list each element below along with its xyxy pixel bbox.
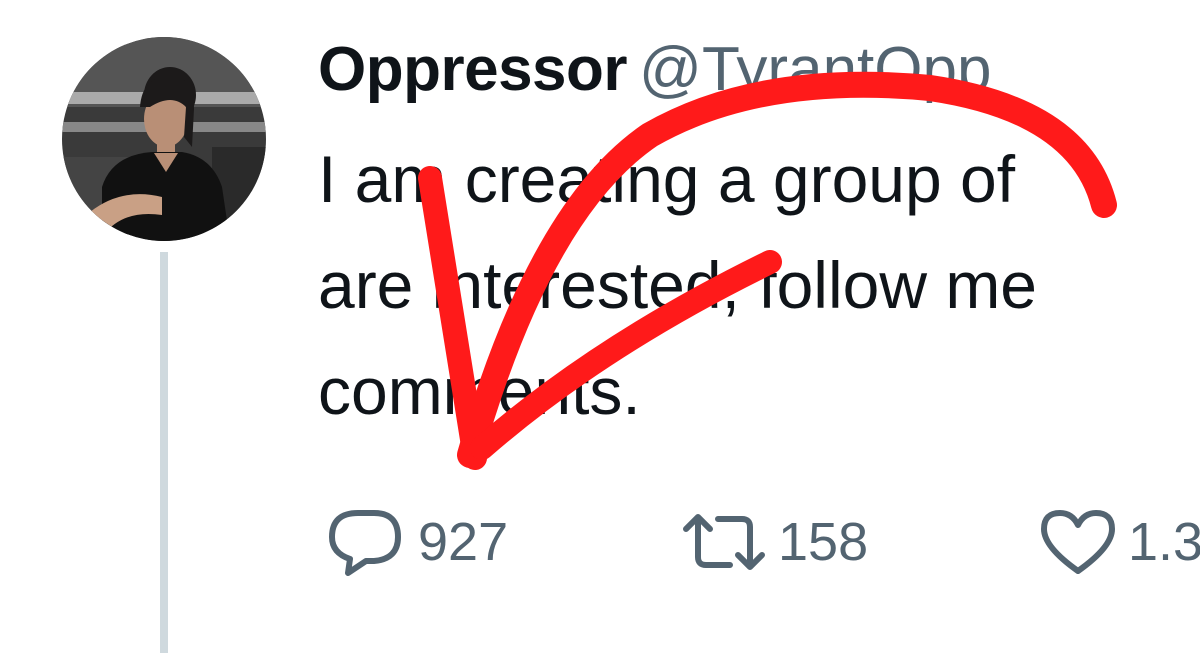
tweet-text: I am creating a group of are interested,… <box>318 140 1200 458</box>
tweet-text-line-2: are interested, follow me <box>318 248 1038 322</box>
author-name[interactable]: Oppressor <box>318 35 628 104</box>
author-handle[interactable]: @TyrantOpp <box>639 35 991 104</box>
retweet-arrows-icon <box>676 507 772 577</box>
speech-bubble-icon <box>326 507 406 577</box>
retweet-button[interactable]: 158 <box>676 502 868 582</box>
retweet-count: 158 <box>778 512 869 572</box>
reply-button[interactable]: 927 <box>326 502 508 582</box>
tweet-header: Oppressor @TyrantOpp <box>318 38 991 102</box>
tweet-text-line-3: comments. <box>318 354 641 428</box>
like-count: 1.3 <box>1128 512 1200 572</box>
avatar[interactable] <box>62 37 266 241</box>
reply-count: 927 <box>418 512 509 572</box>
thread-line <box>160 252 168 653</box>
heart-icon <box>1036 507 1120 577</box>
tweet-text-line-1: I am creating a group of <box>318 142 1016 216</box>
tweet[interactable]: Oppressor @TyrantOpp I am creating a grou… <box>0 0 1200 653</box>
like-button[interactable]: 1.3 <box>1036 502 1200 582</box>
